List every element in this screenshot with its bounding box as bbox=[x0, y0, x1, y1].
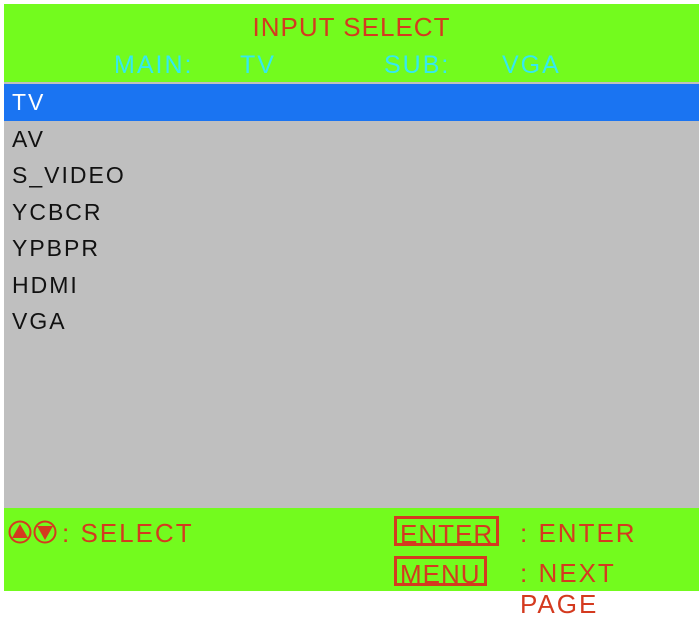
source-item-vga[interactable]: VGA bbox=[4, 303, 699, 340]
select-hint: : SELECT bbox=[62, 518, 194, 548]
next-page-hint: : NEXT PAGE bbox=[520, 558, 616, 619]
osd-header: INPUT SELECT MAIN: TV SUB: VGA bbox=[4, 4, 699, 82]
source-list: TV AV S_VIDEO YCBCR YPBPR HDMI VGA bbox=[4, 84, 699, 340]
enter-hint: : ENTER bbox=[520, 518, 637, 548]
osd-footer: : SELECT ENTER : ENTER MENU : NEXT PAGE bbox=[4, 508, 699, 619]
input-select-osd: INPUT SELECT MAIN: TV SUB: VGA TV AV S_V… bbox=[4, 4, 699, 619]
osd-title: INPUT SELECT bbox=[252, 12, 451, 42]
navigation-arrows bbox=[8, 520, 57, 544]
source-item-hdmi[interactable]: HDMI bbox=[4, 267, 699, 304]
sub-source-value: VGA bbox=[502, 51, 561, 79]
down-arrow-icon bbox=[33, 520, 57, 544]
sub-source-label: SUB: bbox=[384, 51, 451, 79]
source-item-av[interactable]: AV bbox=[4, 121, 699, 158]
source-item-ypbpr[interactable]: YPBPR bbox=[4, 230, 699, 267]
main-source-label: MAIN: bbox=[114, 51, 194, 79]
menu-key-button[interactable]: MENU bbox=[394, 556, 487, 589]
source-item-ycbcr[interactable]: YCBCR bbox=[4, 194, 699, 231]
main-source-value: TV bbox=[240, 51, 276, 79]
up-arrow-icon bbox=[8, 520, 32, 544]
source-item-tv[interactable]: TV bbox=[4, 84, 699, 121]
source-item-s-video[interactable]: S_VIDEO bbox=[4, 157, 699, 194]
enter-key-button[interactable]: ENTER bbox=[394, 516, 500, 549]
